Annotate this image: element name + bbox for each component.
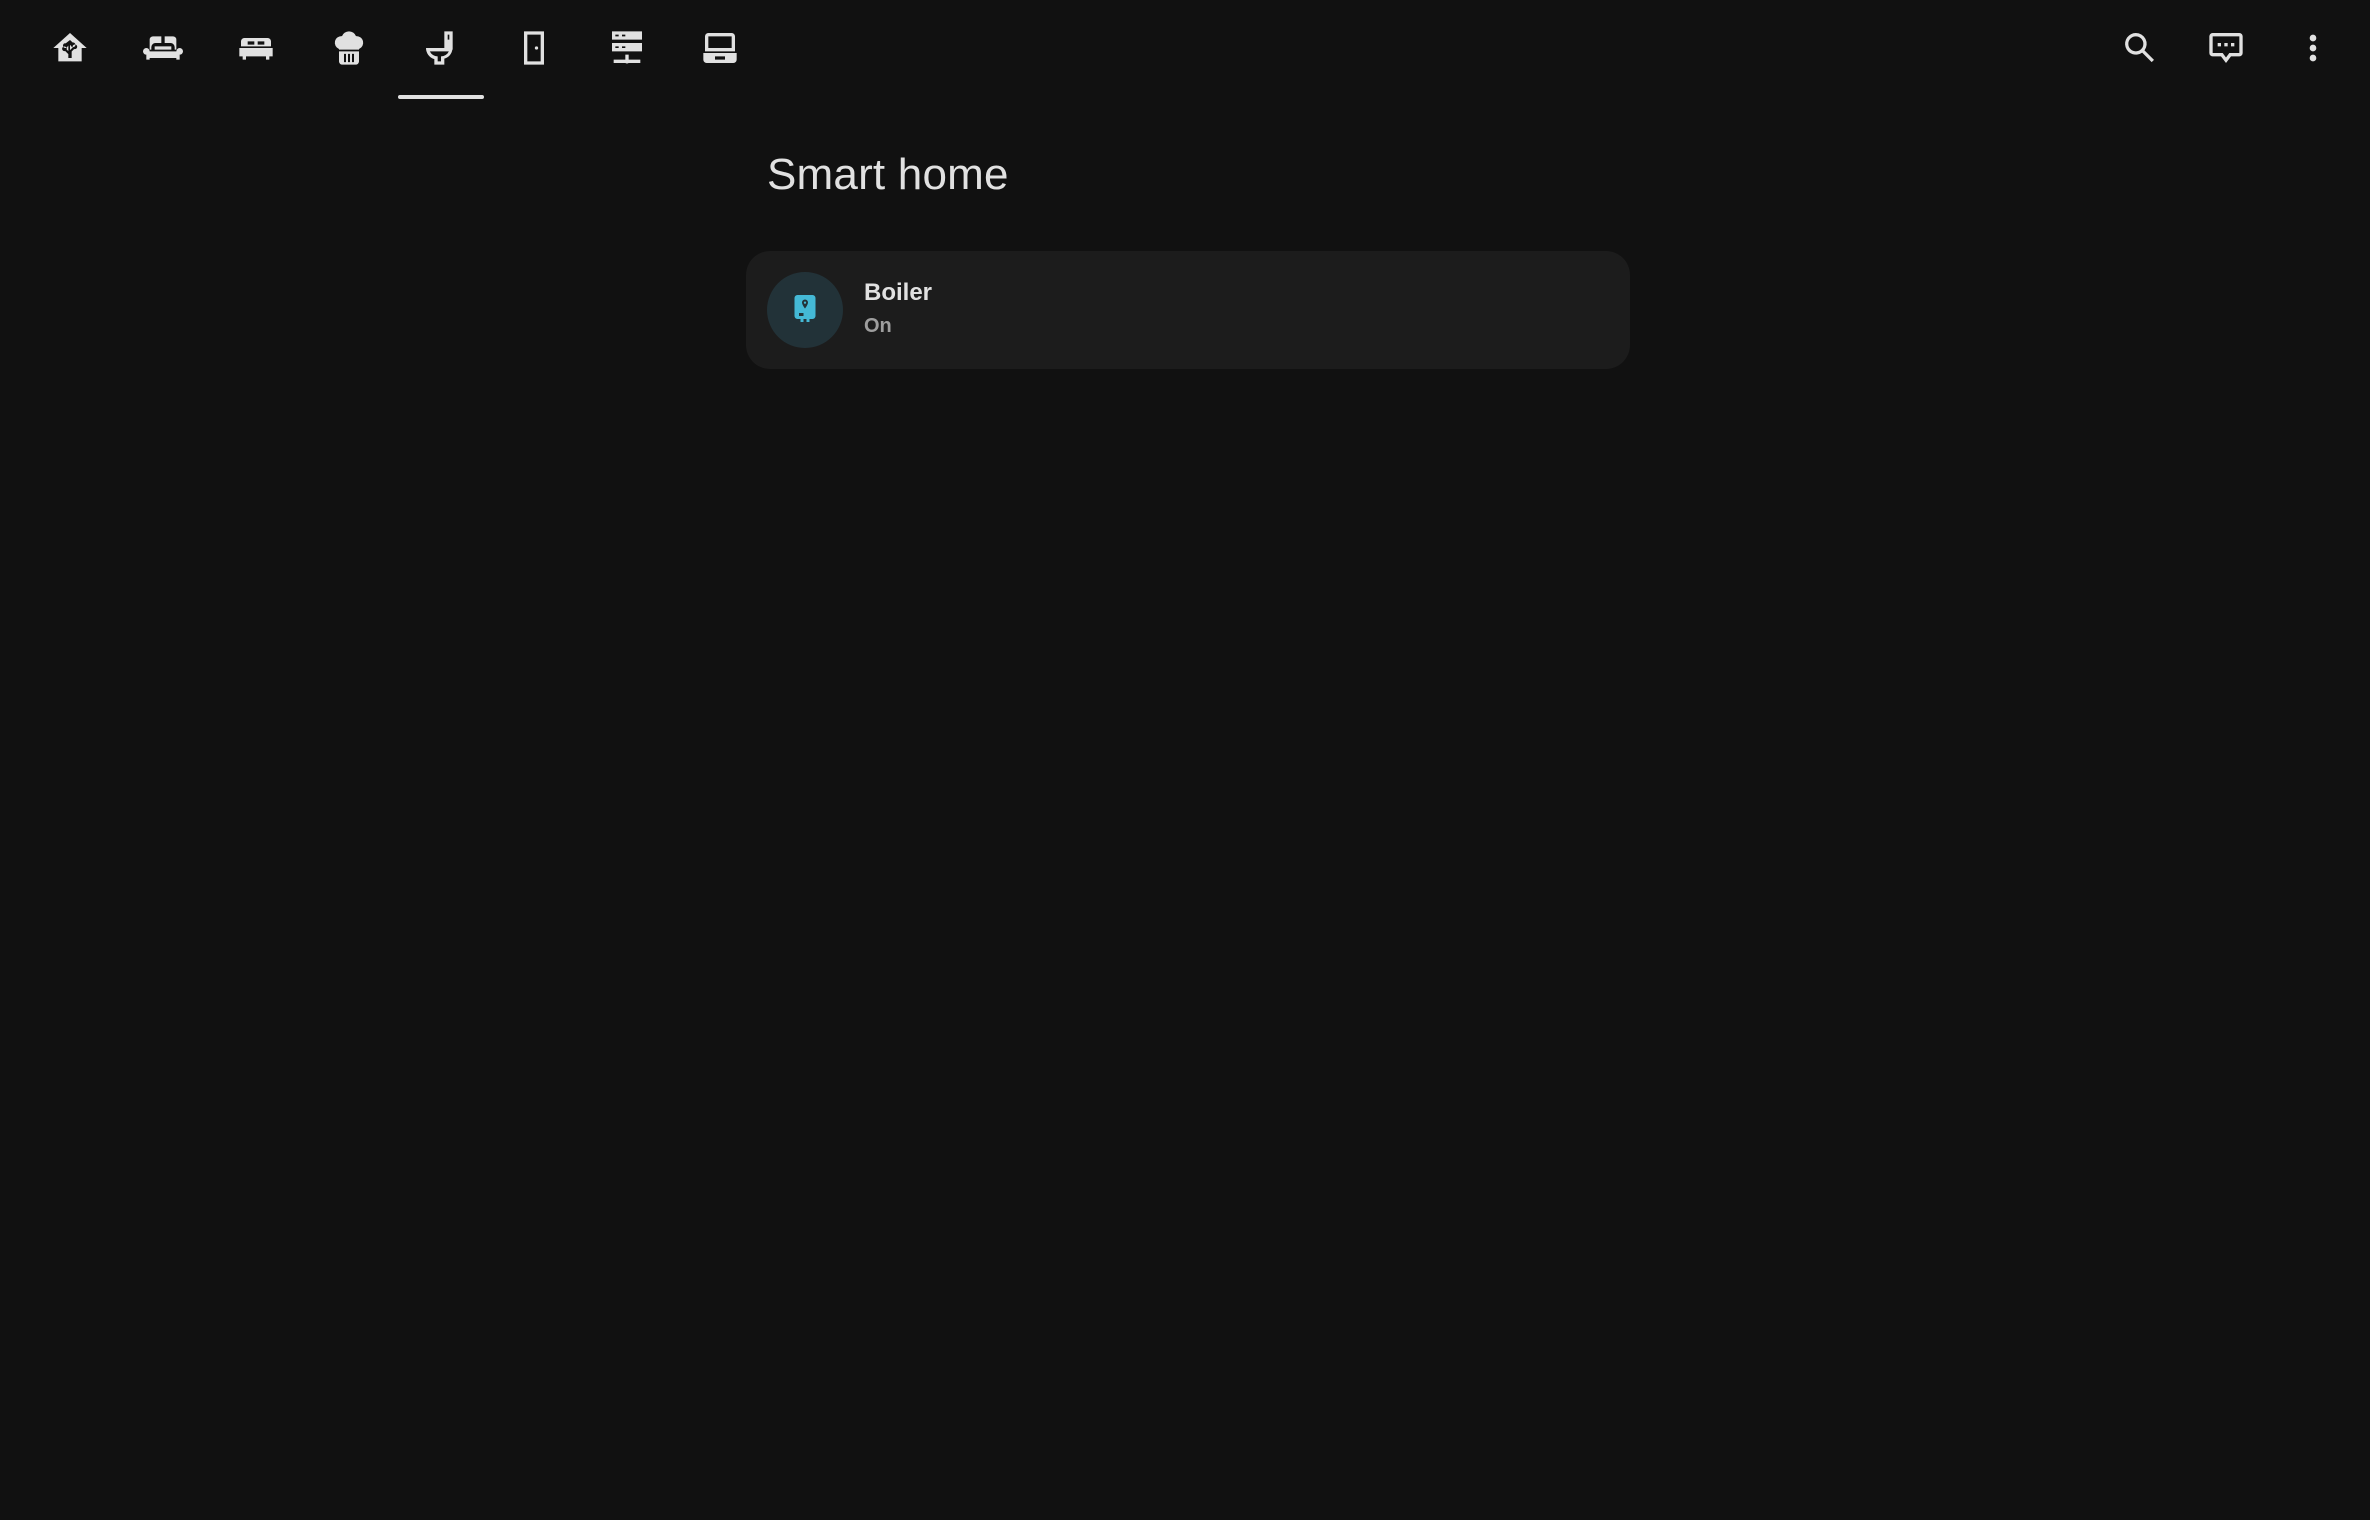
toilet-icon [426, 31, 453, 65]
tab-hallway[interactable] [491, 0, 577, 96]
boiler-tile[interactable]: Boiler On [746, 251, 1630, 369]
laptop-icon [703, 33, 737, 63]
chef-hat-icon [334, 31, 364, 65]
bed-icon [239, 38, 273, 60]
tab-bedroom[interactable] [213, 0, 299, 96]
section-title: Smart home [767, 150, 1009, 199]
top-toolbar [0, 0, 2370, 100]
tab-home[interactable] [27, 0, 113, 96]
door-icon [524, 31, 544, 65]
home-assistant-icon [53, 33, 87, 62]
tab-bathroom[interactable] [398, 0, 484, 96]
tab-kitchen[interactable] [306, 0, 392, 96]
selected-tab-indicator [398, 95, 484, 99]
dots-vertical-icon [2309, 34, 2317, 62]
search-icon [2125, 33, 2154, 63]
tab-living-room[interactable] [120, 0, 206, 96]
tile-icon-container[interactable] [767, 272, 843, 348]
tab-network[interactable] [584, 0, 670, 96]
assist-button[interactable] [2186, 8, 2266, 88]
tile-state: On [864, 315, 892, 337]
tab-office[interactable] [677, 0, 763, 96]
search-button[interactable] [2100, 8, 2180, 88]
assist-icon [2209, 33, 2243, 63]
water-boiler-icon [794, 295, 816, 322]
more-options-button[interactable] [2273, 8, 2353, 88]
server-network-icon [612, 31, 642, 64]
sofa-icon [143, 36, 183, 60]
tile-name: Boiler [864, 279, 933, 306]
